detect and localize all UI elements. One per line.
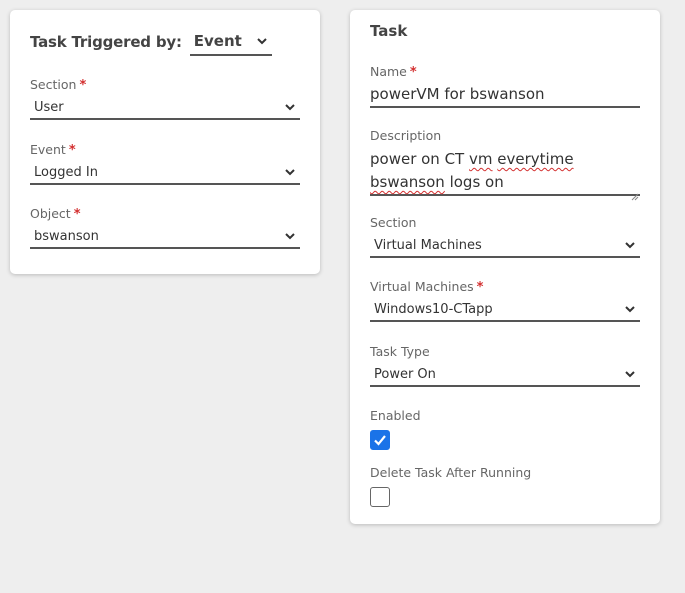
task-card: Task Name * powerVM for bswanson Descript… (350, 10, 660, 524)
section-select-value: User (34, 99, 64, 115)
task-title: Task (370, 22, 408, 40)
object-field: Object * bswanson (30, 206, 300, 249)
task-type-label: Task Type (370, 344, 430, 359)
event-label: Event (30, 142, 66, 157)
delete-after-label: Delete Task After Running (370, 465, 532, 480)
virtual-machines-label: Virtual Machines (370, 279, 474, 294)
chevron-down-icon (624, 303, 636, 315)
trigger-label: Task Triggered by: (30, 33, 182, 51)
trigger-select-value: Event (193, 32, 242, 50)
required-marker: * (68, 143, 76, 158)
enabled-checkbox[interactable] (370, 430, 390, 450)
event-field: Event * Logged In (30, 142, 300, 185)
virtual-machines-select-value: Windows10-CTapp (374, 301, 493, 317)
chevron-down-icon (624, 368, 636, 380)
description-line-2: bswanson logs on (370, 173, 504, 191)
section-select[interactable]: User (30, 96, 300, 120)
chevron-down-icon (284, 101, 296, 113)
task-section-select-value: Virtual Machines (374, 237, 482, 253)
task-type-select[interactable]: Power On (370, 363, 640, 387)
chevron-down-icon (624, 239, 636, 251)
resize-handle-icon[interactable] (631, 185, 639, 201)
task-section-label: Section (370, 215, 417, 230)
virtual-machines-field: Virtual Machines * Windows10-CTapp (370, 279, 640, 322)
chevron-down-icon (284, 166, 296, 178)
name-field: Name * powerVM for bswanson (370, 64, 640, 108)
delete-after-field: Delete Task After Running (370, 465, 640, 507)
task-section-select[interactable]: Virtual Machines (370, 234, 640, 258)
object-label: Object (30, 206, 71, 221)
description-line-1: power on CT vm everytime (370, 150, 574, 168)
virtual-machines-select[interactable]: Windows10-CTapp (370, 298, 640, 322)
name-input[interactable]: powerVM for bswanson (370, 84, 640, 108)
required-marker: * (476, 280, 484, 295)
enabled-label: Enabled (370, 408, 421, 423)
trigger-card: Task Triggered by: Event Section * User E… (10, 10, 320, 274)
name-label: Name (370, 64, 407, 79)
task-section-field: Section Virtual Machines (370, 215, 640, 258)
event-select[interactable]: Logged In (30, 161, 300, 185)
checkmark-icon (374, 435, 386, 446)
trigger-row: Task Triggered by: Event (30, 28, 272, 56)
description-label: Description (370, 128, 442, 143)
section-label: Section (30, 77, 77, 92)
object-select[interactable]: bswanson (30, 225, 300, 249)
section-field: Section * User (30, 77, 300, 120)
delete-after-checkbox[interactable] (370, 487, 390, 507)
chevron-down-icon (284, 230, 296, 242)
spellcheck-word: bswanson (370, 173, 445, 191)
description-field: Description power on CT vm everytime bsw… (370, 128, 640, 201)
description-textarea[interactable]: power on CT vm everytime bswanson logs o… (370, 148, 640, 201)
required-marker: * (409, 65, 417, 80)
required-marker: * (73, 207, 81, 222)
task-type-select-value: Power On (374, 366, 436, 382)
task-type-field: Task Type Power On (370, 344, 640, 387)
object-select-value: bswanson (34, 228, 99, 244)
spellcheck-word: vm (469, 150, 493, 168)
trigger-select[interactable]: Event (189, 28, 272, 56)
required-marker: * (79, 78, 87, 93)
enabled-field: Enabled (370, 408, 640, 450)
event-select-value: Logged In (34, 164, 98, 180)
chevron-down-icon (256, 35, 268, 47)
spellcheck-word: everytime (497, 150, 574, 168)
